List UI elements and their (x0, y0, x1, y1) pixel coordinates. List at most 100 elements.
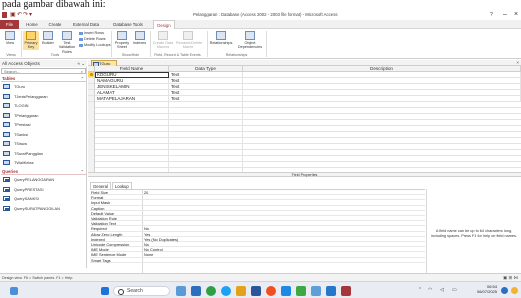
nav-item-table[interactable]: TPrestasi (3, 120, 83, 129)
nav-item-table[interactable]: TJenisPelanggaran (3, 92, 83, 101)
save-icon[interactable]: ▣ (10, 12, 16, 19)
taskbar-search[interactable]: Search (113, 286, 170, 296)
weather-icon[interactable] (511, 287, 518, 294)
word-icon[interactable] (251, 286, 261, 296)
app-icon[interactable] (281, 286, 291, 296)
delete-rows-label: Delete Rows (84, 37, 106, 41)
app-icon[interactable] (326, 286, 336, 296)
nav-item-table[interactable]: TSiswa (3, 139, 83, 148)
nav-item-table[interactable]: TWaliKelas (3, 158, 83, 167)
nav-item-query[interactable]: QuerySURATPANGGILAN (3, 204, 83, 213)
close-button[interactable]: × (514, 11, 518, 19)
nav-item-table[interactable]: TPelanggaran (3, 111, 83, 120)
field-help-text: A field name can be up to 64 characters … (426, 189, 521, 273)
search-icon: ⌕ (80, 69, 83, 74)
field-properties-header: Field Properties (88, 172, 521, 177)
builder-button[interactable]: Builder (41, 31, 55, 45)
nav-item-table[interactable]: TLOGIN (3, 101, 83, 110)
tab-create[interactable]: Create (44, 20, 66, 29)
ribbon-tabs: File Home Create External Data Database … (0, 20, 521, 29)
chrome-icon[interactable] (266, 286, 276, 296)
undo-icon[interactable]: ↶ (17, 12, 22, 19)
nav-item-query[interactable]: QueryPRESTASI (3, 185, 83, 194)
widgets-icon[interactable] (10, 287, 18, 295)
delete-rows-button[interactable]: Delete Rows (79, 37, 106, 41)
nav-header[interactable]: All Access Objects « ⌄ (0, 60, 87, 67)
nav-shutter-icon[interactable]: « ⌄ (77, 60, 85, 67)
view-button[interactable]: View (3, 31, 17, 45)
relationships-button[interactable]: Relationships (209, 31, 233, 45)
tab-file[interactable]: File (0, 20, 19, 29)
data-macros-icon (158, 31, 168, 40)
property-sheet-label: Property Sheet (114, 41, 130, 50)
nav-item-query[interactable]: QueryPELANGGARAN (3, 175, 83, 184)
nav-item-table[interactable]: TSuratPanggilan (3, 149, 83, 158)
table-icon (3, 112, 10, 118)
empty-column-divider (242, 102, 243, 172)
start-icon[interactable] (101, 287, 109, 295)
minimize-button[interactable]: – (503, 11, 507, 19)
relationships-icon (216, 31, 226, 40)
network-icon[interactable]: ◠ (428, 287, 432, 293)
key-icon (26, 31, 36, 40)
property-tabs: General Lookup (90, 182, 170, 190)
insert-rows-icon (79, 31, 83, 35)
tab-external-data[interactable]: External Data (68, 20, 104, 29)
taskbar: Search ⌃ ◠ ◁ ▭ 06:54 06/07/2025 (0, 281, 521, 298)
tray-chevron-icon[interactable]: ⌃ (418, 287, 422, 293)
nav-item-table[interactable]: TGuru (3, 82, 83, 91)
table-icon (3, 93, 10, 99)
nav-item-label: TSiswa (14, 141, 27, 146)
test-validation-button[interactable]: Test Validation Rules (57, 31, 77, 54)
app-icon[interactable] (221, 286, 231, 296)
battery-icon[interactable]: ▭ (452, 287, 457, 293)
file-explorer-icon[interactable] (236, 286, 246, 296)
object-dependencies-button[interactable]: Object Dependencies (236, 31, 264, 50)
query-icon (3, 186, 10, 192)
task-view-icon[interactable] (176, 286, 186, 296)
property-row[interactable]: Smart Tags (90, 258, 425, 263)
nav-search-input[interactable]: Search... ⌕ (1, 68, 86, 74)
modify-lookups-button[interactable]: Modify Lookups (79, 43, 111, 47)
status-bar: Design view. F6 = Switch panes. F1 = Hel… (0, 273, 521, 281)
property-sheet-button[interactable]: Property Sheet (113, 31, 131, 50)
app-icon[interactable] (311, 286, 321, 296)
nav-item-label: TSanksi (14, 131, 29, 137)
excel-icon[interactable] (296, 286, 306, 296)
delete-rows-icon (79, 37, 83, 41)
object-dependencies-icon (245, 31, 255, 40)
indexes-button[interactable]: Indexes (132, 31, 147, 45)
notification-icon[interactable] (501, 287, 508, 294)
tab-database-tools[interactable]: Database Tools (106, 20, 150, 29)
nav-item-query[interactable]: QuerySANKSI (3, 194, 83, 203)
tab-design[interactable]: Design (153, 20, 175, 29)
create-data-macros-label: Create Data Macros (152, 41, 174, 50)
tab-home[interactable]: Home (22, 20, 42, 29)
rename-delete-macro-button[interactable]: Rename/Delete Macro (176, 31, 202, 50)
group-tools-label: Tools (50, 53, 60, 57)
insert-rows-button[interactable]: Insert Rows (79, 31, 104, 35)
create-data-macros-button[interactable]: Create Data Macros (152, 31, 174, 50)
empty-grid-rows[interactable] (88, 102, 521, 172)
nav-item-label: QuerySURATPANGGILAN (14, 205, 60, 211)
title-bar: ▣ ↶ ↷ ▾ Pelanggaran : Database (Access 2… (0, 11, 521, 20)
table-icon (3, 84, 10, 90)
redo-icon[interactable]: ↷ (23, 12, 28, 19)
indexes-icon (134, 31, 145, 40)
customize-qat-icon[interactable]: ▾ (29, 12, 32, 19)
query-icon (3, 196, 10, 202)
taskbar-clock[interactable]: 06:54 06/07/2025 (475, 284, 497, 294)
nav-item-table[interactable]: TSanksi (3, 130, 83, 139)
group-separator (266, 31, 267, 57)
edge-icon[interactable] (206, 286, 216, 296)
tables-section-label: Tables (2, 76, 16, 81)
table-icon (3, 141, 10, 147)
volume-icon[interactable]: ◁ (440, 287, 444, 293)
access-icon[interactable] (341, 286, 351, 296)
nav-item-label: QuerySANKSI (14, 196, 39, 201)
view-label: View (5, 41, 15, 45)
app-icon[interactable] (191, 286, 201, 296)
primary-key-button[interactable]: Primary Key (23, 31, 39, 50)
access-logo-icon (2, 12, 7, 18)
help-button[interactable]: ? (490, 11, 493, 19)
